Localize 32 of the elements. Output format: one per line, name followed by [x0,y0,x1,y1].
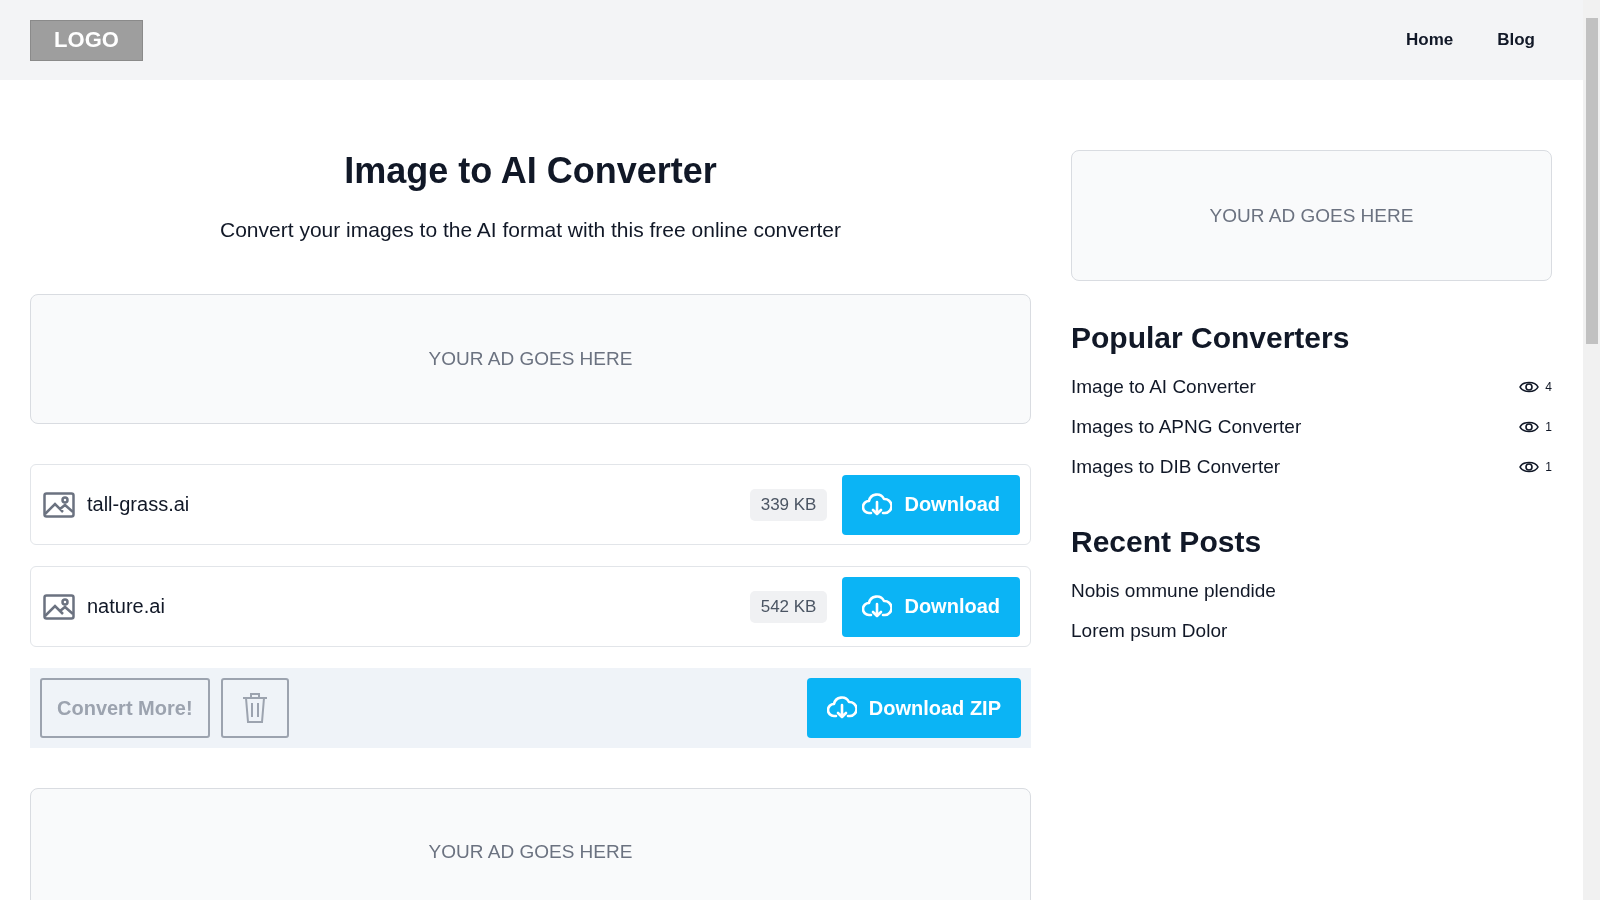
trash-icon [241,692,268,724]
section-heading: Popular Converters [1071,321,1351,355]
file-size: 339 KB [749,488,828,521]
eye-icon [1519,460,1540,474]
image-icon [43,491,75,518]
page-title: Image to AI Converter [343,149,718,193]
file-size: 542 KB [749,590,828,623]
file-name: tall-grass.ai [87,493,191,516]
post-link[interactable]: Lorem psum Dolor [1071,611,1552,651]
converter-link[interactable]: Image to AI Converter [1071,376,1256,398]
image-icon [43,593,75,620]
eye-icon [1519,380,1540,394]
ad-text: YOUR AD GOES HERE [428,841,633,863]
post-link[interactable]: Nobis ommune plendide [1071,571,1552,611]
view-count: 1 [1545,460,1552,474]
section-heading: Recent Posts [1071,525,1263,559]
cloud-download-icon [862,593,893,620]
cloud-download-icon [826,695,857,721]
view-count: 1 [1545,420,1552,434]
file-name: nature.ai [87,595,166,618]
delete-button[interactable] [220,678,289,738]
page-subtitle: Convert your images to the AI format with this free online converter [219,218,842,242]
nav-link[interactable]: Blog [1497,30,1535,50]
converter-link[interactable]: Images to APNG Converter [1071,416,1302,438]
cloud-download-icon [862,491,893,518]
ad-text: YOUR AD GOES HERE [428,348,633,370]
eye-icon [1519,420,1540,434]
view-count: 4 [1545,380,1552,394]
ad-text: YOUR AD GOES HERE [1209,204,1414,227]
nav-link[interactable]: Home [1406,30,1454,50]
scrollbar[interactable] [1583,0,1600,900]
converter-link[interactable]: Images to DIB Converter [1071,456,1281,478]
